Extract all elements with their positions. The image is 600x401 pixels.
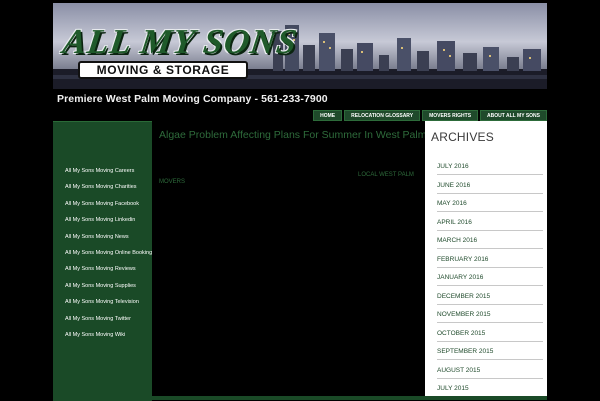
nav-item-relocation-glossary[interactable]: RELOCATION GLOSSARY <box>344 110 421 121</box>
archive-item[interactable]: MARCH 2016 <box>437 233 543 249</box>
main-content: Algae Problem Affecting Plans For Summer… <box>152 121 426 400</box>
archive-item[interactable]: OCTOBER 2015 <box>437 326 543 342</box>
archive-item[interactable]: APRIL 2016 <box>437 215 543 231</box>
archives-heading: ARCHIVES <box>431 130 494 144</box>
archive-item[interactable]: JULY 2015 <box>437 381 543 397</box>
post-category-link[interactable]: MOVERS <box>159 179 185 185</box>
logo-subtitle-bar: MOVING & STORAGE <box>78 61 248 79</box>
logo-subtitle: MOVING & STORAGE <box>96 63 230 77</box>
logo-title: ALL MY SONS <box>60 22 300 61</box>
sidebar-bottom-strip <box>53 396 547 400</box>
top-nav: HOME RELOCATION GLOSSARY MOVERS RIGHTS A… <box>313 110 547 121</box>
sidebar-item-linkedin[interactable]: All My Sons Moving Linkedin <box>65 217 135 223</box>
post-tag-link[interactable]: LOCAL WEST PALM <box>358 172 414 178</box>
sidebar-item-wiki[interactable]: All My Sons Moving Wiki <box>65 332 125 338</box>
archive-item[interactable]: SEPTEMBER 2015 <box>437 344 543 360</box>
header-banner: ALL MY SONS MOVING & STORAGE <box>53 3 547 89</box>
sidebar-item-television[interactable]: All My Sons Moving Television <box>65 299 139 305</box>
nav-item-about[interactable]: ABOUT ALL MY SONS <box>480 110 547 121</box>
sidebar-item-reviews[interactable]: All My Sons Moving Reviews <box>65 266 136 272</box>
sidebar-item-careers[interactable]: All My Sons Moving Careers <box>65 168 134 174</box>
archive-item[interactable]: FEBRUARY 2016 <box>437 252 543 268</box>
sidebar-item-supplies[interactable]: All My Sons Moving Supplies <box>65 283 136 289</box>
left-sidebar: All My Sons Moving Careers All My Sons M… <box>53 121 152 401</box>
nav-item-home[interactable]: HOME <box>313 110 343 121</box>
archive-item[interactable]: JUNE 2016 <box>437 178 543 194</box>
archive-item[interactable]: MAY 2016 <box>437 196 543 212</box>
nav-item-movers-rights[interactable]: MOVERS RIGHTS <box>422 110 479 121</box>
archive-item[interactable]: DECEMBER 2015 <box>437 289 543 305</box>
sidebar-item-facebook[interactable]: All My Sons Moving Facebook <box>65 201 139 207</box>
site-tagline: Premiere West Palm Moving Company - 561-… <box>57 93 328 105</box>
archive-item[interactable]: JULY 2016 <box>437 159 543 175</box>
archives-panel: ARCHIVES JULY 2016 JUNE 2016 MAY 2016 AP… <box>425 121 547 400</box>
post-title-link[interactable]: Algae Problem Affecting Plans For Summer… <box>159 129 426 141</box>
archive-item[interactable]: NOVEMBER 2015 <box>437 307 543 323</box>
sidebar-item-news[interactable]: All My Sons Moving News <box>65 234 129 240</box>
archive-item[interactable]: AUGUST 2015 <box>437 363 543 379</box>
sidebar-item-twitter[interactable]: All My Sons Moving Twitter <box>65 316 131 322</box>
archive-item[interactable]: JANUARY 2016 <box>437 270 543 286</box>
sidebar-item-online-booking[interactable]: All My Sons Moving Online Booking <box>65 250 152 256</box>
sidebar-item-charities[interactable]: All My Sons Moving Charities <box>65 184 137 190</box>
